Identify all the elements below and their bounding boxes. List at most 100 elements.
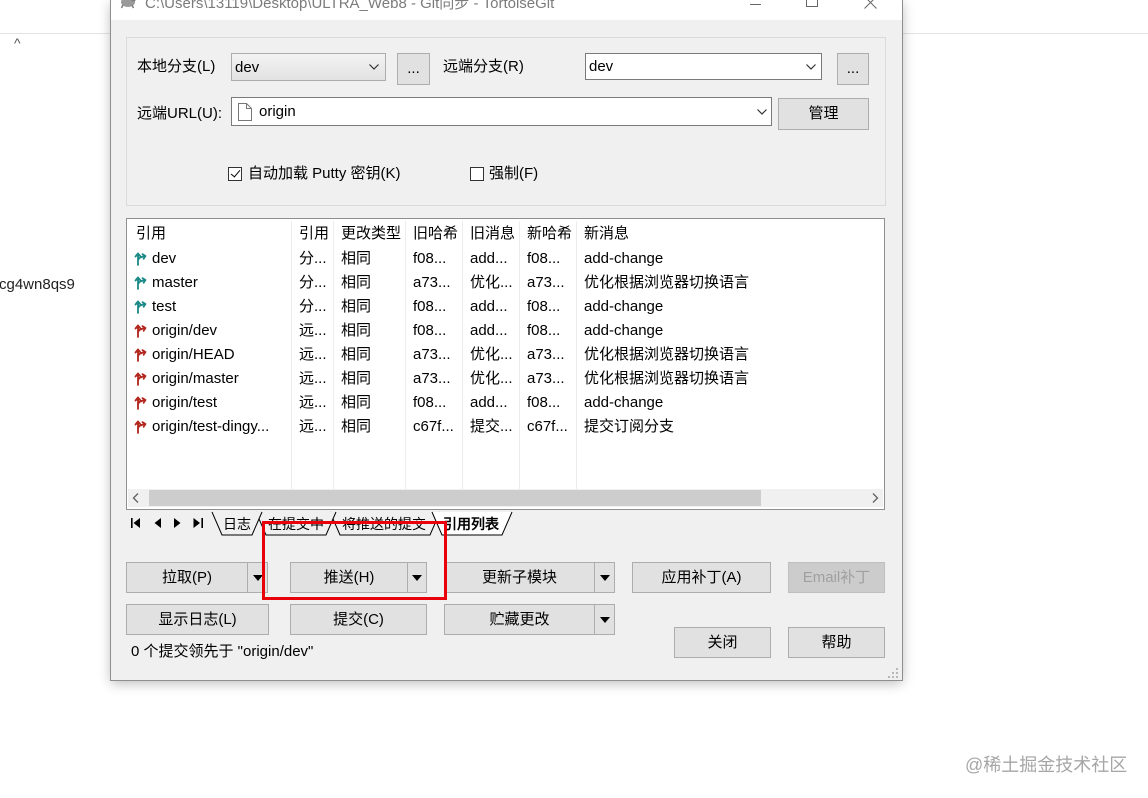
cell-old-hash: f08... bbox=[413, 322, 447, 339]
ref-row[interactable]: test 分... 相同 f08... add... f08... add-change bbox=[127, 295, 884, 319]
cell-ref-type: 分... bbox=[299, 298, 327, 315]
status-text: 0 个提交领先于 "origin/dev" bbox=[131, 643, 314, 660]
app-icon bbox=[120, 0, 136, 9]
cell-old-message: add... bbox=[470, 394, 508, 411]
cell-old-message: 提交... bbox=[470, 418, 513, 435]
cell-old-hash: a73... bbox=[413, 370, 451, 387]
git-sync-dialog: C:\Users\13119\Desktop\ULTRA_Web8 - Git同… bbox=[111, 0, 902, 680]
close-button[interactable]: 关闭 bbox=[674, 627, 771, 658]
scrollbar-thumb[interactable] bbox=[149, 490, 761, 506]
ref-row[interactable]: master 分... 相同 a73... 优化... a73... 优化根据浏览器切换语言 bbox=[127, 271, 884, 295]
local-branch-icon bbox=[134, 275, 149, 290]
column-header-ref-type[interactable]: 引用 bbox=[299, 223, 329, 245]
local-branch-select[interactable]: dev bbox=[231, 53, 386, 81]
maximize-icon[interactable] bbox=[806, 0, 818, 8]
remote-branch-select[interactable]: dev bbox=[585, 53, 822, 80]
remote-branch-icon bbox=[134, 395, 149, 410]
ref-row[interactable]: origin/master 远... 相同 a73... 优化... a73... 优化根据… bbox=[127, 367, 884, 391]
cell-ref-type: 远... bbox=[299, 394, 327, 411]
cell-old-message: add... bbox=[470, 322, 508, 339]
dropdown-arrow-icon bbox=[599, 575, 610, 581]
remote-url-label: 远端URL(U): bbox=[137, 105, 222, 122]
force-checkbox[interactable] bbox=[470, 167, 484, 181]
update-submodules-dropdown[interactable] bbox=[594, 563, 614, 592]
cell-ref-type: 分... bbox=[299, 250, 327, 267]
commit-button[interactable]: 提交(C) bbox=[290, 604, 427, 635]
column-header-new-message[interactable]: 新消息 bbox=[584, 223, 629, 245]
next-tab-icon[interactable] bbox=[173, 518, 181, 528]
cell-new-hash: a73... bbox=[527, 274, 565, 291]
column-header-old-hash[interactable]: 旧哈希 bbox=[413, 223, 458, 245]
column-header-change-type[interactable]: 更改类型 bbox=[341, 223, 401, 245]
ref-row[interactable]: origin/test-dingy... 远... 相同 c67f... 提交... c6… bbox=[127, 415, 884, 439]
ref-name: origin/master bbox=[152, 370, 239, 387]
cell-new-message: 提交订阅分支 bbox=[584, 418, 675, 435]
cell-new-message: 优化根据浏览器切换语言 bbox=[584, 370, 750, 387]
ref-row[interactable]: origin/HEAD 远... 相同 a73... 优化... a73... 优化根据浏览… bbox=[127, 343, 884, 367]
ref-name: origin/HEAD bbox=[152, 346, 235, 363]
cell-change-type: 相同 bbox=[341, 274, 372, 291]
chevron-down-icon bbox=[757, 108, 767, 115]
tab-log[interactable]: 日志 bbox=[211, 511, 263, 536]
cell-new-hash: f08... bbox=[527, 298, 561, 315]
chevron-down-icon bbox=[806, 63, 816, 70]
manage-remotes-button[interactable]: 管理 bbox=[778, 98, 869, 130]
stash-dropdown[interactable] bbox=[594, 605, 614, 634]
remote-branch-browse-button[interactable]: ... bbox=[837, 53, 869, 85]
cell-new-message: 优化根据浏览器切换语言 bbox=[584, 274, 750, 291]
scroll-left-icon[interactable] bbox=[128, 489, 145, 507]
ref-name: master bbox=[152, 274, 198, 291]
remote-url-select[interactable]: origin bbox=[231, 97, 772, 126]
cell-change-type: 相同 bbox=[341, 322, 372, 339]
cell-old-message: 优化... bbox=[470, 346, 513, 363]
force-label[interactable]: 强制(F) bbox=[489, 165, 538, 183]
autoload-putty-label[interactable]: 自动加载 Putty 密钥(K) bbox=[248, 165, 401, 183]
ref-row[interactable]: origin/test 远... 相同 f08... add... f08... add-c… bbox=[127, 391, 884, 415]
apply-patch-button[interactable]: 应用补丁(A) bbox=[632, 562, 771, 593]
ref-name: test bbox=[152, 298, 177, 315]
cell-new-hash: c67f... bbox=[527, 418, 568, 435]
pull-split-button: 拉取(P) bbox=[126, 562, 268, 593]
local-branch-icon bbox=[134, 299, 149, 314]
email-patch-button[interactable]: Email补丁 bbox=[788, 562, 885, 593]
local-branch-icon bbox=[134, 251, 149, 266]
ref-row[interactable]: dev 分... 相同 f08... add... f08... add-change bbox=[127, 247, 884, 271]
show-log-button[interactable]: 显示日志(L) bbox=[126, 604, 269, 635]
ref-row[interactable]: origin/dev 远... 相同 f08... add... f08... add-ch… bbox=[127, 319, 884, 343]
update-submodules-button[interactable]: 更新子模块 bbox=[445, 563, 594, 592]
prev-tab-icon[interactable] bbox=[154, 518, 162, 528]
local-branch-label: 本地分支(L) bbox=[137, 58, 216, 75]
dropdown-arrow-icon bbox=[599, 617, 610, 623]
local-branch-browse-button[interactable]: ... bbox=[397, 53, 430, 85]
refs-list[interactable]: 引用 引用 更改类型 旧哈希 旧消息 新哈希 新消息 dev 分... 相同 f08.… bbox=[126, 218, 885, 510]
help-button[interactable]: 帮助 bbox=[788, 627, 885, 658]
minimize-icon[interactable] bbox=[750, 4, 761, 6]
remote-branch-icon bbox=[134, 323, 149, 338]
file-icon bbox=[238, 103, 252, 121]
stash-button[interactable]: 贮藏更改 bbox=[445, 605, 594, 634]
cell-ref-type: 分... bbox=[299, 274, 327, 291]
remote-branch-icon bbox=[134, 347, 149, 362]
scroll-right-icon[interactable] bbox=[866, 489, 883, 507]
cell-change-type: 相同 bbox=[341, 370, 372, 387]
close-icon[interactable] bbox=[864, 0, 877, 9]
remote-branch-icon bbox=[134, 419, 149, 434]
watermark: @稀土掘金技术社区 bbox=[965, 755, 1128, 775]
autoload-putty-checkbox[interactable] bbox=[228, 167, 242, 181]
column-header-old-message[interactable]: 旧消息 bbox=[470, 223, 515, 245]
last-tab-icon[interactable] bbox=[193, 518, 203, 528]
cell-ref-type: 远... bbox=[299, 370, 327, 387]
resize-grip-icon[interactable] bbox=[886, 666, 899, 679]
collapse-caret-icon[interactable]: ^ bbox=[14, 34, 21, 52]
column-header-new-hash[interactable]: 新哈希 bbox=[527, 223, 572, 245]
first-tab-icon[interactable] bbox=[131, 518, 141, 528]
title-bar[interactable]: C:\Users\13119\Desktop\ULTRA_Web8 - Git同… bbox=[111, 0, 902, 20]
cell-new-message: add-change bbox=[584, 322, 664, 339]
cell-new-hash: f08... bbox=[527, 394, 561, 411]
horizontal-scrollbar[interactable] bbox=[128, 489, 883, 507]
cell-new-hash: a73... bbox=[527, 346, 565, 363]
column-header-ref[interactable]: 引用 bbox=[136, 223, 166, 245]
cell-new-message: 优化根据浏览器切换语言 bbox=[584, 346, 750, 363]
cell-change-type: 相同 bbox=[341, 298, 372, 315]
pull-button[interactable]: 拉取(P) bbox=[127, 563, 247, 592]
